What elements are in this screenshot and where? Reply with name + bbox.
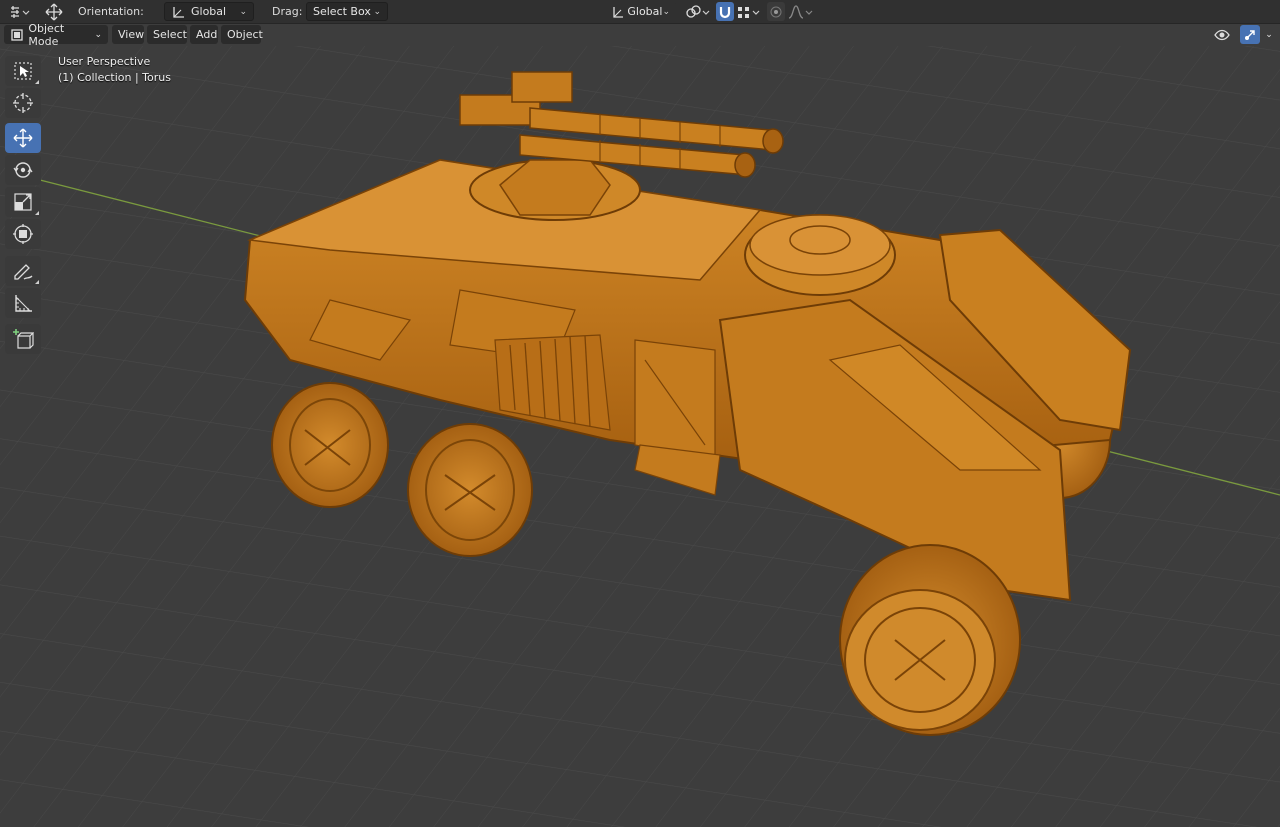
- menu-view[interactable]: View: [112, 25, 144, 44]
- transform-orientation-dropdown[interactable]: Global ⌄: [604, 2, 677, 21]
- drag-label: Drag:: [272, 5, 303, 18]
- falloff-dropdown[interactable]: [786, 2, 814, 21]
- transform-orientation-value: Global: [627, 5, 663, 18]
- drag-value: Select Box: [313, 5, 371, 18]
- tool-add-cube[interactable]: [5, 324, 41, 354]
- editor-type-button[interactable]: [6, 2, 32, 21]
- add-cube-icon: [13, 329, 34, 349]
- object-mode-icon: [11, 28, 23, 41]
- collection-label: (1) Collection | Torus: [58, 71, 171, 84]
- tool-settings-bar: Orientation: Global ⌄ Drag: Select Box ⌄…: [0, 0, 1280, 24]
- viewport-scene: [0, 46, 1280, 827]
- magnet-icon: [719, 6, 731, 18]
- mode-dropdown[interactable]: Object Mode ⌄: [4, 22, 108, 48]
- annotate-pencil-icon: [14, 264, 33, 280]
- rotate-icon: [13, 162, 33, 178]
- circle-dot-icon: [770, 6, 782, 17]
- viewport-info: User Perspective (1) Collection | Torus: [58, 54, 171, 86]
- viewport-header: Object Mode ⌄ View Select Add Object ⌄: [0, 22, 1280, 48]
- tool-scale[interactable]: [5, 187, 41, 217]
- orientation-label: Orientation:: [78, 5, 144, 18]
- pivot-point-button[interactable]: [682, 2, 712, 21]
- drag-dropdown[interactable]: Select Box ⌄: [306, 2, 388, 21]
- scale-icon: [14, 193, 32, 211]
- axes-icon: [613, 6, 624, 18]
- 3d-viewport[interactable]: User Perspective (1) Collection | Torus: [0, 46, 1280, 827]
- transform-gizmo-icon: [11, 5, 30, 18]
- measure-ruler-icon: [15, 295, 32, 312]
- tool-move[interactable]: [5, 123, 41, 153]
- tool-annotate[interactable]: [5, 256, 41, 286]
- menu-select[interactable]: Select: [147, 25, 187, 44]
- snap-toggle[interactable]: [716, 2, 734, 21]
- chevron-down-icon: ⌄: [662, 6, 670, 17]
- tool-measure[interactable]: [5, 288, 41, 318]
- gizmo-toggle[interactable]: [1240, 25, 1260, 44]
- tool-cursor[interactable]: [5, 88, 41, 118]
- mode-label: Object Mode: [28, 21, 65, 48]
- curve-icon: [788, 4, 813, 19]
- tool-rotate[interactable]: [5, 155, 41, 185]
- menu-object[interactable]: Object: [221, 25, 263, 44]
- move-mode-button[interactable]: [40, 2, 68, 21]
- orientation-value: Global: [191, 5, 227, 18]
- axes-icon: [173, 6, 184, 18]
- orientation-dropdown[interactable]: Global ⌄: [164, 2, 254, 21]
- visibility-dropdown[interactable]: [1207, 25, 1237, 44]
- snap-target-dropdown[interactable]: [735, 2, 763, 21]
- link-icon: [686, 4, 710, 18]
- grid-snap-icon: [738, 6, 760, 18]
- move-icon: [13, 128, 33, 148]
- menu-add[interactable]: Add: [190, 25, 218, 44]
- gizmo-dropdown[interactable]: ⌄: [1261, 25, 1277, 44]
- proportional-edit-toggle[interactable]: [767, 2, 785, 21]
- tool-transform[interactable]: [5, 219, 41, 249]
- chevron-down-icon: ⌄: [94, 29, 102, 40]
- gizmo-icon: [1245, 29, 1255, 40]
- chevron-down-icon: ⌄: [239, 6, 247, 17]
- select-box-icon: [14, 62, 32, 80]
- cursor-icon: [13, 93, 33, 113]
- transform-icon: [13, 224, 33, 244]
- chevron-down-icon: ⌄: [373, 6, 381, 17]
- eye-icon: [1214, 29, 1230, 40]
- move-arrows-icon: [45, 3, 63, 20]
- chevron-down-icon: ⌄: [1265, 29, 1273, 40]
- perspective-label: User Perspective: [58, 55, 151, 68]
- tool-select-box[interactable]: [5, 56, 41, 86]
